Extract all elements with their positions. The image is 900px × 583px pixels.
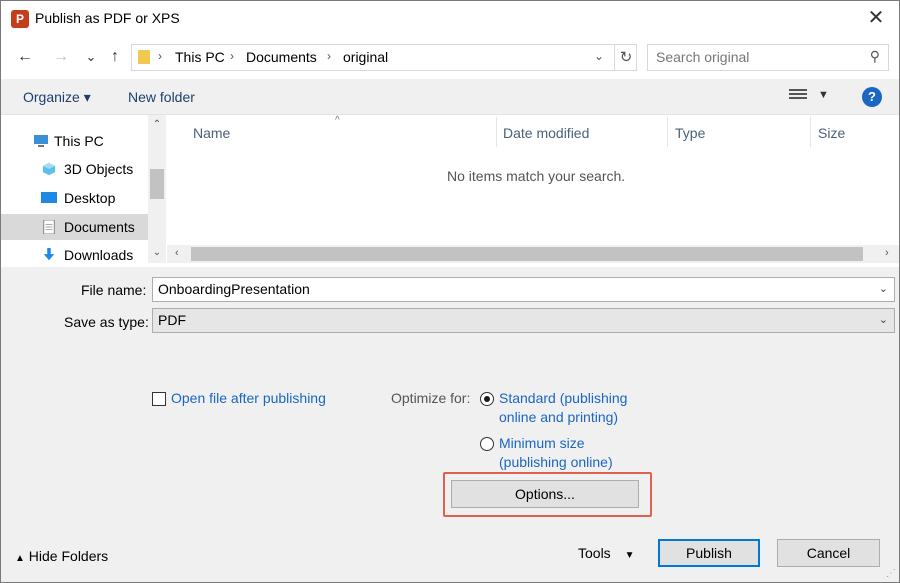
sidebar-item-label: This PC (54, 133, 104, 149)
column-header-name[interactable]: Name (193, 125, 230, 141)
refresh-button[interactable]: ↻ (614, 45, 637, 70)
save-as-type-value: PDF (158, 312, 186, 328)
optimize-for-label: Optimize for: (391, 390, 471, 406)
column-divider[interactable] (667, 117, 668, 147)
chevron-up-icon[interactable]: ⌃ (148, 119, 166, 130)
publish-dialog: P Publish as PDF or XPS ✕ ← → ⌄ ↑ › This… (0, 0, 900, 583)
optimize-standard-radio[interactable] (480, 392, 494, 406)
address-bar[interactable]: › This PC › Documents › original ⌄ ↻ (131, 44, 637, 71)
chevron-down-icon: ▼ (624, 550, 635, 561)
forward-button[interactable]: → (49, 45, 73, 69)
chevron-down-icon[interactable]: ⌄ (879, 282, 888, 295)
save-as-type-label: Save as type: (64, 314, 149, 330)
title-bar: P Publish as PDF or XPS ✕ (1, 1, 899, 37)
desktop-icon (41, 192, 57, 203)
chevron-right-icon: › (230, 49, 234, 63)
search-input[interactable] (656, 49, 856, 65)
folder-icon (138, 50, 150, 64)
chevron-right-icon: › (158, 49, 162, 63)
empty-message: No items match your search. (447, 168, 626, 184)
navigation-pane: This PC 3D Objects Desktop Documents Dow… (1, 115, 148, 263)
breadcrumb-this-pc[interactable]: This PC (175, 49, 225, 65)
search-icon[interactable]: ⚲ (870, 48, 880, 65)
hide-folders-button[interactable]: ▲ Hide Folders (15, 548, 108, 564)
sidebar-item-desktop[interactable]: Desktop (1, 185, 148, 211)
column-header-type[interactable]: Type (675, 125, 705, 141)
up-button[interactable]: ↑ (103, 45, 127, 69)
cancel-button[interactable]: Cancel (777, 539, 880, 567)
recent-locations-button[interactable]: ⌄ (79, 45, 103, 69)
new-folder-button[interactable]: New folder (128, 89, 195, 105)
sidebar-item-label: Desktop (64, 190, 116, 206)
chevron-down-icon[interactable]: ⌄ (148, 247, 166, 258)
sort-caret-icon: ^ (335, 115, 340, 126)
tools-menu[interactable]: Tools ▼ (578, 545, 634, 561)
optimize-standard-label-line1[interactable]: Standard (publishing (499, 390, 627, 406)
sidebar-item-label: Downloads (64, 247, 134, 263)
pc-icon (34, 135, 48, 147)
chevron-right-icon[interactable]: › (885, 247, 889, 259)
optimize-minimum-radio[interactable] (480, 437, 494, 451)
file-list-scrollbar[interactable]: ‹ › (167, 245, 899, 263)
file-name-field[interactable]: OnboardingPresentation ⌄ (152, 277, 895, 302)
downloads-icon (43, 248, 55, 261)
documents-icon (43, 220, 55, 234)
chevron-down-icon[interactable]: ⌄ (879, 313, 888, 326)
command-bar: Organize ▾ New folder ▼ ? (1, 79, 899, 115)
scrollbar-thumb[interactable] (191, 247, 863, 261)
chevron-down-icon[interactable]: ⌄ (594, 49, 604, 63)
navigation-scrollbar[interactable]: ⌃ ⌄ (148, 115, 166, 263)
file-name-label: File name: (81, 282, 147, 298)
publish-button[interactable]: Publish (658, 539, 760, 567)
sidebar-item-label: Documents (64, 219, 135, 235)
open-after-publishing-label[interactable]: Open file after publishing (171, 390, 326, 406)
breadcrumb-documents[interactable]: Documents (246, 49, 317, 65)
view-options-icon[interactable] (789, 89, 807, 103)
scrollbar-thumb[interactable] (150, 169, 164, 199)
sidebar-item-label: 3D Objects (64, 161, 134, 177)
help-icon[interactable]: ? (862, 87, 882, 107)
cube-icon (42, 162, 56, 176)
window-title: Publish as PDF or XPS (35, 10, 180, 26)
open-after-publishing-checkbox[interactable] (152, 392, 166, 406)
sidebar-item-3d-objects[interactable]: 3D Objects (1, 156, 148, 182)
column-header-size[interactable]: Size (818, 125, 845, 141)
browser-panes: This PC 3D Objects Desktop Documents Dow… (1, 115, 899, 267)
chevron-right-icon: › (327, 49, 331, 63)
sidebar-item-documents[interactable]: Documents (1, 214, 148, 240)
search-box[interactable]: ⚲ (647, 44, 889, 71)
chevron-down-icon[interactable]: ▼ (818, 89, 829, 101)
hide-folders-label: Hide Folders (28, 548, 109, 564)
column-header-date-modified[interactable]: Date modified (503, 125, 589, 141)
powerpoint-icon: P (11, 10, 29, 28)
file-name-value[interactable]: OnboardingPresentation (158, 281, 310, 297)
resize-grip-icon[interactable]: ⋰ (886, 568, 896, 579)
chevron-left-icon[interactable]: ‹ (175, 247, 179, 259)
back-button[interactable]: ← (13, 45, 37, 69)
sidebar-item-this-pc[interactable]: This PC (1, 128, 148, 154)
close-button[interactable]: ✕ (853, 1, 899, 37)
breadcrumb-original[interactable]: original (343, 49, 388, 65)
save-as-type-select[interactable]: PDF ⌄ (152, 308, 895, 333)
optimize-minimum-label-line2[interactable]: (publishing online) (499, 454, 613, 470)
optimize-minimum-label-line1[interactable]: Minimum size (499, 435, 585, 451)
sidebar-item-downloads[interactable]: Downloads (1, 242, 148, 263)
optimize-standard-label-line2[interactable]: online and printing) (499, 409, 618, 425)
navigation-bar: ← → ⌄ ↑ › This PC › Documents › original… (1, 37, 899, 79)
column-divider[interactable] (496, 117, 497, 147)
organize-menu[interactable]: Organize ▾ (23, 89, 91, 106)
tools-label: Tools (578, 545, 611, 561)
options-button[interactable]: Options... (451, 480, 639, 508)
column-divider[interactable] (810, 117, 811, 147)
file-list: ^ Name Date modified Type Size No items … (167, 115, 899, 245)
chevron-up-icon: ▲ (15, 553, 25, 564)
